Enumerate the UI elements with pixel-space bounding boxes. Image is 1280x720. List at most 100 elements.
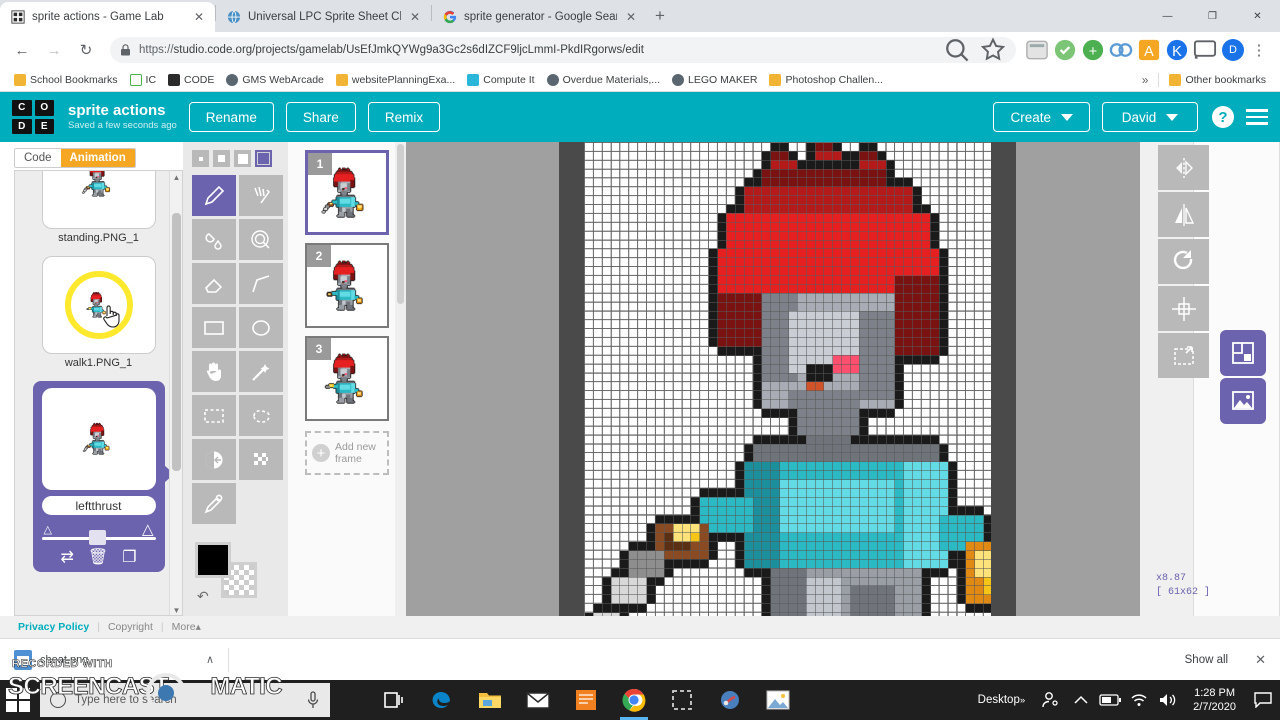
search-icon[interactable] (944, 37, 970, 63)
frames-scrollbar[interactable] (395, 142, 406, 616)
bookmark-8[interactable]: Photoshop Challen... (763, 72, 888, 88)
chrome-icon[interactable] (610, 680, 658, 720)
window-close-button[interactable]: ✕ (1235, 0, 1280, 32)
frame-item-2[interactable]: 2 (305, 243, 389, 328)
animation-speed-slider[interactable]: △ △ (41, 521, 156, 546)
user-menu-button[interactable]: David (1102, 102, 1198, 132)
duplicate-icon[interactable]: ❐ (122, 550, 136, 566)
remix-button[interactable]: Remix (367, 102, 441, 132)
brush-size-small[interactable] (213, 150, 230, 167)
browser-tab-0[interactable]: sprite actions - Game Lab ✕ (0, 2, 215, 32)
share-button[interactable]: Share (285, 102, 356, 132)
cast-icon[interactable] (1192, 37, 1218, 63)
extension-icon-1[interactable] (1024, 37, 1050, 63)
crop-tool[interactable] (1158, 333, 1209, 378)
task-view-icon[interactable] (370, 680, 418, 720)
show-hidden-icons-icon[interactable] (1067, 680, 1095, 720)
close-download-shelf-button[interactable]: ✕ (1255, 652, 1266, 668)
mail-icon[interactable] (514, 680, 562, 720)
ellipse-tool[interactable] (239, 307, 283, 348)
taskbar-clock[interactable]: 1:28 PM 2/7/2020 (1183, 680, 1246, 720)
resize-canvas-tool[interactable] (1220, 330, 1266, 376)
desktop-label[interactable]: Desktop» (970, 680, 1034, 720)
line-tool[interactable] (239, 263, 283, 304)
tab-animation[interactable]: Animation (60, 149, 135, 167)
brush-size-xsmall[interactable] (192, 150, 209, 167)
back-button[interactable]: ← (8, 36, 36, 64)
paint-icon[interactable] (706, 680, 754, 720)
extension-icon-2[interactable] (1052, 37, 1078, 63)
reload-button[interactable]: ↻ (72, 36, 100, 64)
browser-tab-close-2[interactable]: ✕ (624, 10, 638, 24)
rectangle-tool[interactable] (192, 307, 236, 348)
notification-icon[interactable] (1246, 680, 1280, 720)
window-minimize-button[interactable]: — (1145, 0, 1190, 32)
primary-color-swatch[interactable] (195, 542, 231, 578)
animation-name-input[interactable]: leftthrust (41, 496, 156, 515)
rename-button[interactable]: Rename (188, 102, 274, 132)
snip-tool-icon[interactable] (658, 680, 706, 720)
window-maximize-button[interactable]: ❐ (1190, 0, 1235, 32)
eyedropper-tool[interactable] (192, 483, 236, 524)
browser-menu-icon[interactable]: ⋮ (1246, 37, 1272, 63)
eraser-tool[interactable] (192, 263, 236, 304)
sticky-notes-icon[interactable] (562, 680, 610, 720)
animation-list-scrollbar[interactable]: ▲ ▼ (169, 171, 182, 615)
bookmark-2[interactable]: CODE (162, 72, 220, 88)
bookmark-4[interactable]: websitePlanningExa... (330, 72, 461, 88)
battery-icon[interactable] (1095, 680, 1125, 720)
bookmark-0[interactable]: School Bookmarks (8, 72, 124, 88)
flip-horizontal-tool[interactable] (1158, 192, 1209, 237)
codeorg-logo[interactable]: C O D E (12, 100, 54, 134)
frame-item-3[interactable]: 3 (305, 336, 389, 421)
extension-icon-3[interactable]: + (1080, 37, 1106, 63)
loop-icon[interactable]: ⇄ (60, 550, 73, 566)
browser-tab-1[interactable]: Universal LPC Sprite Sheet Chara ✕ (216, 2, 431, 32)
animation-item-walk1[interactable]: walk1.PNG_1 (33, 256, 165, 369)
flip-vertical-tool[interactable] (1158, 145, 1209, 190)
brush-size-large[interactable] (255, 150, 272, 167)
add-new-frame-button[interactable]: + Add new frame (305, 431, 389, 475)
scrollbar-thumb[interactable] (172, 213, 181, 471)
animation-item-standing[interactable]: standing.PNG_1 (33, 171, 165, 244)
file-explorer-icon[interactable] (466, 680, 514, 720)
bookmark-5[interactable]: Compute It (461, 72, 540, 88)
browser-tab-close-1[interactable]: ✕ (408, 10, 422, 24)
contrast-tool[interactable] (192, 439, 236, 480)
tab-code[interactable]: Code (15, 149, 61, 167)
hand-tool[interactable] (192, 351, 236, 392)
microphone-icon[interactable] (306, 691, 320, 709)
scroll-down-arrow[interactable]: ▼ (170, 606, 182, 615)
lasso-select-tool[interactable] (239, 395, 283, 436)
rotate-tool[interactable] (1158, 239, 1209, 284)
address-bar[interactable]: https://studio.code.org/projects/gamelab… (110, 37, 1016, 63)
create-menu-button[interactable]: Create (993, 102, 1090, 132)
slider-knob[interactable] (88, 530, 106, 545)
bookmark-star-icon[interactable] (980, 37, 1006, 63)
trash-icon[interactable]: 🗑 (88, 550, 108, 566)
bookmark-7[interactable]: LEGO MAKER (666, 72, 763, 88)
profile-avatar[interactable]: D (1222, 39, 1244, 61)
frame-item-1[interactable]: 1 (305, 150, 389, 235)
magic-wand-tool[interactable] (239, 351, 283, 392)
wifi-icon[interactable] (1125, 680, 1153, 720)
new-tab-button[interactable]: + (647, 3, 673, 29)
add-image-tool[interactable] (1220, 378, 1266, 424)
people-icon[interactable] (1033, 680, 1067, 720)
swap-colors-icon[interactable]: ↶ (197, 588, 209, 605)
other-bookmarks-button[interactable]: Other bookmarks (1163, 72, 1272, 88)
brush-size-medium[interactable] (234, 150, 251, 167)
circle-fill-tool[interactable] (239, 219, 283, 260)
volume-icon[interactable] (1153, 680, 1183, 720)
bookmark-3[interactable]: GMS WebArcade (220, 72, 330, 88)
browser-tab-2[interactable]: sprite generator - Google Search ✕ (432, 2, 647, 32)
copyright-link[interactable]: Copyright (108, 621, 153, 633)
extension-icon-5[interactable]: A (1136, 37, 1162, 63)
animation-item-leftthrust[interactable]: leftthrust △ △ ⇄ 🗑 ❐ (32, 381, 174, 572)
center-tool[interactable] (1158, 286, 1209, 331)
checker-tool[interactable] (239, 439, 283, 480)
sprite-drawing-canvas[interactable] (584, 142, 991, 616)
fill-tool[interactable] (192, 219, 236, 260)
bookmark-1[interactable]: IC (124, 72, 163, 88)
pencil-tool[interactable] (192, 175, 236, 216)
